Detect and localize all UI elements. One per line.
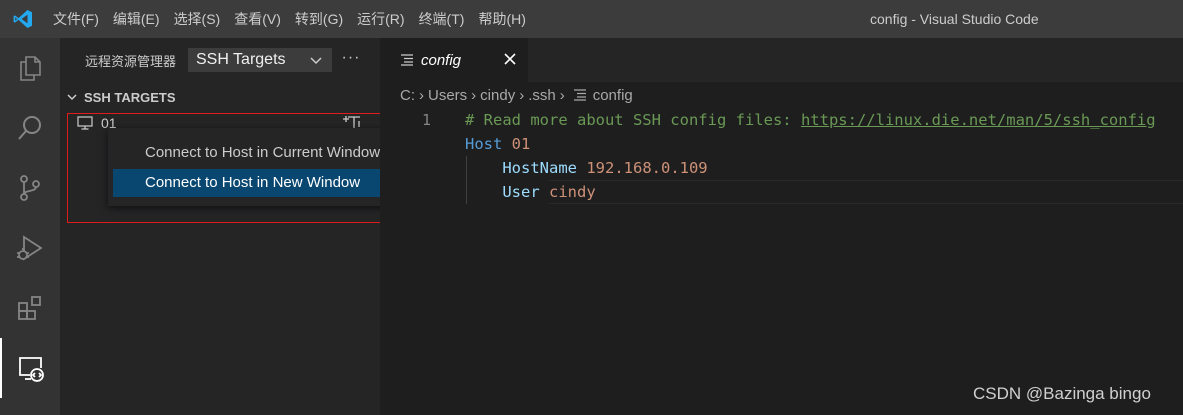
code-link[interactable]: https://linux.die.net/man/5/ssh_config (801, 111, 1156, 129)
breadcrumb: C: › Users › cindy › .ssh › config (380, 82, 1183, 108)
menu-selection[interactable]: 选择(S) (167, 0, 228, 38)
chevron-right-icon: › (419, 86, 424, 104)
breadcrumb-item[interactable]: cindy (480, 87, 515, 104)
editor-tab-bar: config (380, 38, 1183, 82)
close-icon[interactable] (503, 52, 517, 66)
menu-file[interactable]: 文件(F) (46, 0, 106, 38)
code-hostname-value: 192.168.0.109 (586, 159, 708, 177)
menu-go[interactable]: 转到(G) (288, 0, 350, 38)
breadcrumb-item[interactable]: config (593, 87, 633, 104)
menu-edit[interactable]: 编辑(E) (106, 0, 167, 38)
menu-bar: 文件(F) 编辑(E) 选择(S) 查看(V) 转到(G) 运行(R) 终端(T… (46, 0, 533, 38)
chevron-down-icon (310, 57, 322, 65)
code-editor[interactable]: 1 # Read more about SSH config files: ht… (380, 108, 1183, 415)
code-host-key: Host (465, 135, 503, 153)
run-debug-icon[interactable] (0, 218, 60, 278)
tab-config[interactable]: config (380, 38, 528, 82)
line-number: 1 (422, 111, 432, 129)
more-actions-button[interactable]: ··· (340, 48, 362, 72)
remote-target-select[interactable]: SSH Targets (188, 48, 332, 72)
code-line: User cindy (465, 180, 596, 204)
ssh-targets-section-header[interactable]: SSH TARGETS (60, 86, 380, 108)
menu-run[interactable]: 运行(R) (350, 0, 411, 38)
explorer-icon[interactable] (0, 38, 60, 98)
vscode-logo-icon (0, 0, 46, 38)
remote-target-select-value: SSH Targets (196, 51, 286, 68)
remote-explorer-icon[interactable] (0, 338, 60, 398)
code-user-value: cindy (549, 183, 596, 201)
remote-explorer-sidebar: 远程资源管理器 SSH Targets ··· SSH TARGETS 01 (60, 38, 380, 415)
file-lines-icon (573, 89, 586, 101)
search-icon[interactable] (0, 98, 60, 158)
chevron-down-icon (67, 94, 77, 101)
extensions-icon[interactable] (0, 278, 60, 338)
breadcrumb-item[interactable]: Users (428, 87, 467, 104)
menu-terminal[interactable]: 终端(T) (412, 0, 472, 38)
window-title: config - Visual Studio Code (870, 11, 1039, 27)
monitor-icon (77, 116, 93, 130)
code-line: HostName 192.168.0.109 (465, 156, 708, 180)
code-line: # Read more about SSH config files: http… (465, 108, 1156, 132)
code-line: Host 01 (465, 132, 530, 156)
current-line-highlight (548, 180, 1183, 204)
breadcrumb-item[interactable]: C: (400, 87, 415, 104)
tab-label: config (421, 51, 462, 69)
breadcrumb-item[interactable]: .ssh (528, 87, 556, 104)
code-comment: # Read more about SSH config files: (465, 111, 801, 129)
title-bar: 文件(F) 编辑(E) 选择(S) 查看(V) 转到(G) 运行(R) 终端(T… (0, 0, 1183, 38)
code-host-value: 01 (511, 135, 531, 153)
chevron-right-icon: › (559, 86, 565, 104)
code-user-key: User (502, 183, 540, 201)
sidebar-title: 远程资源管理器 (85, 53, 177, 69)
menu-view[interactable]: 查看(V) (227, 0, 288, 38)
chevron-right-icon: › (471, 86, 477, 104)
source-control-icon[interactable] (0, 158, 60, 218)
section-title: SSH TARGETS (84, 89, 176, 105)
menu-help[interactable]: 帮助(H) (471, 0, 532, 38)
chevron-right-icon: › (519, 86, 525, 104)
activity-bar (0, 38, 60, 415)
file-lines-icon (401, 54, 413, 66)
code-hostname-key: HostName (502, 159, 577, 177)
watermark: CSDN @Bazinga bingo (973, 384, 1151, 403)
